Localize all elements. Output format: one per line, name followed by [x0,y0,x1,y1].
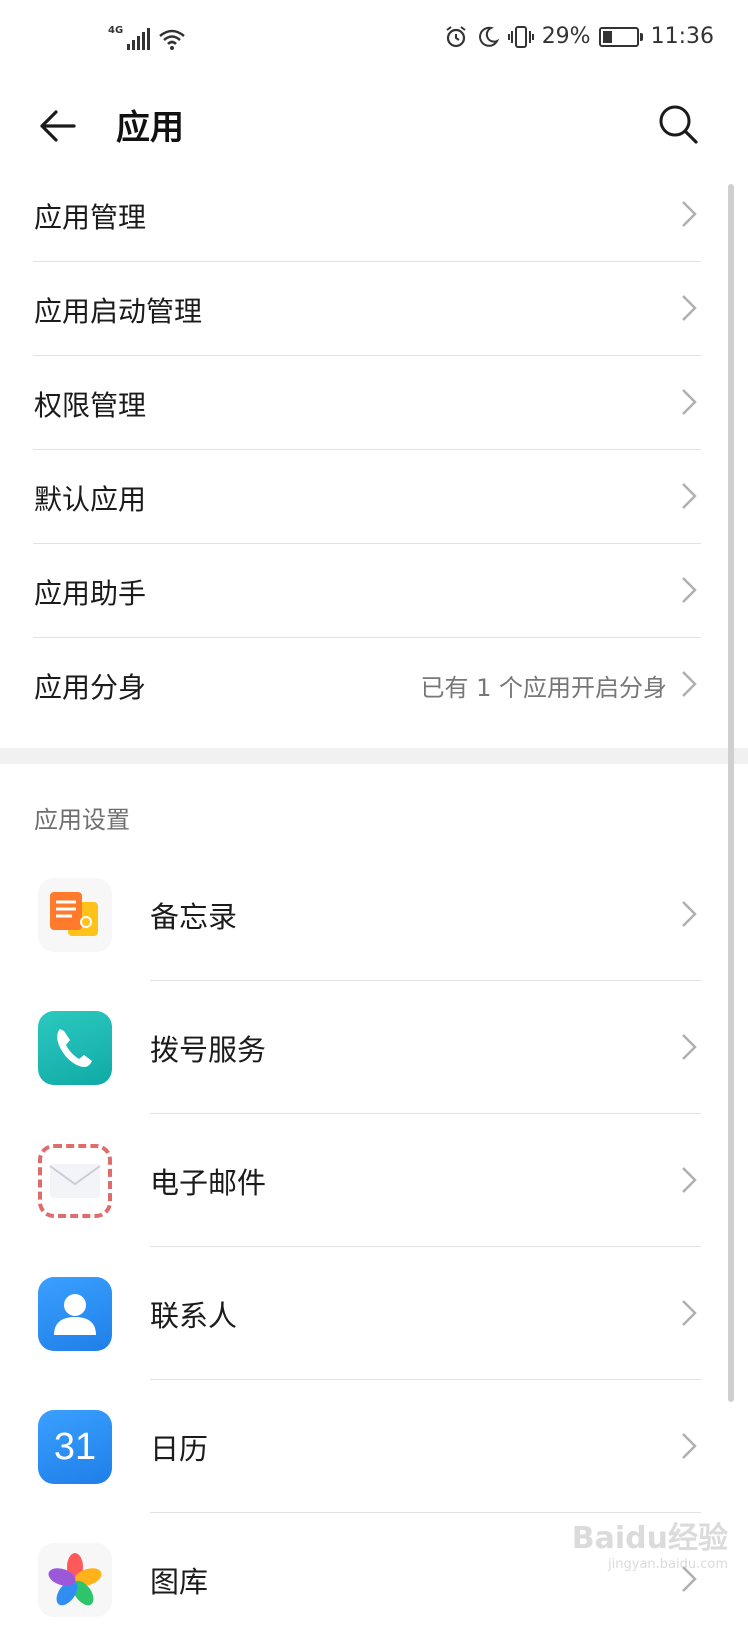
section-separator [0,748,748,764]
vibrate-icon [507,25,534,48]
battery-icon: ⚡ [598,26,643,47]
calendar-icon-date: 31 [53,1425,97,1468]
menu-item-app-assistant[interactable]: 应用助手 [33,544,701,638]
menu-item-label: 应用助手 [34,577,147,610]
menu-item-app-twin[interactable]: 应用分身 已有 1 个应用开启分身 [33,638,701,731]
app-item-notes[interactable]: 备忘录 [0,848,748,981]
search-icon[interactable] [656,102,700,146]
chevron-right-icon [682,1167,697,1193]
app-item-label: 电子邮件 [150,1166,267,1200]
app-item-label: 拨号服务 [150,1033,267,1067]
section-title: 应用设置 [34,806,130,834]
chevron-right-icon [682,483,697,509]
alarm-icon [446,25,466,47]
watermark-brand: Baidu经验 [571,1521,728,1556]
app-item-dialer[interactable]: 拨号服务 [0,981,748,1114]
chevron-right-icon [682,671,697,697]
email-icon [38,1144,112,1218]
chevron-right-icon [682,901,697,927]
page-title: 应用 [116,108,184,148]
chevron-right-icon [682,577,697,603]
menu-item-label: 应用管理 [34,201,147,234]
app-item-email[interactable]: 电子邮件 [0,1114,748,1247]
app-bar: 应用 [0,86,748,166]
chevron-right-icon [682,1300,697,1326]
app-item-calendar[interactable]: 31 日历 [0,1380,748,1513]
menu-item-default-apps[interactable]: 默认应用 [33,450,701,544]
chevron-right-icon [682,1433,697,1459]
wifi-icon [159,29,185,50]
menu-item-label: 应用分身 [34,671,147,704]
clock-time: 11:36 [650,24,714,49]
menu-item-permissions[interactable]: 权限管理 [33,356,701,450]
menu-item-app-launch[interactable]: 应用启动管理 [33,262,701,356]
do-not-disturb-moon-icon [478,26,499,47]
app-item-label: 日历 [150,1432,209,1466]
contacts-icon [38,1277,112,1351]
chevron-right-icon [682,1034,697,1060]
signal-icon [127,28,151,50]
menu-item-app-management[interactable]: 应用管理 [33,168,701,262]
menu-item-label: 权限管理 [34,389,147,422]
network-type: 4G [108,25,124,36]
notepad-icon [38,878,112,952]
baidu-watermark: Baidu经验 jingyan.baidu.com [572,1513,728,1572]
scrollbar[interactable] [728,184,734,1402]
app-item-label: 图库 [150,1565,209,1599]
status-bar: 4G 29% ⚡ 11:36 [0,0,748,86]
chevron-right-icon [682,389,697,415]
app-item-contacts[interactable]: 联系人 [0,1247,748,1380]
phone-icon [38,1011,112,1085]
menu-item-label: 应用启动管理 [34,295,203,328]
back-arrow-icon[interactable] [36,104,80,148]
menu-item-label: 默认应用 [34,483,147,516]
app-item-label: 备忘录 [150,900,238,934]
gallery-icon [38,1543,112,1617]
chevron-right-icon [682,295,697,321]
menu-item-value: 已有 1 个应用开启分身 [420,674,667,702]
chevron-right-icon [682,201,697,227]
app-item-label: 联系人 [150,1299,238,1333]
watermark-url: jingyan.baidu.com [608,1557,728,1572]
calendar-icon: 31 [38,1410,112,1484]
battery-percent: 29% [541,24,591,49]
settings-menu-list: 应用管理 应用启动管理 权限管理 默认应用 应用助手 应用分身 已有 1 个应用… [0,168,748,731]
